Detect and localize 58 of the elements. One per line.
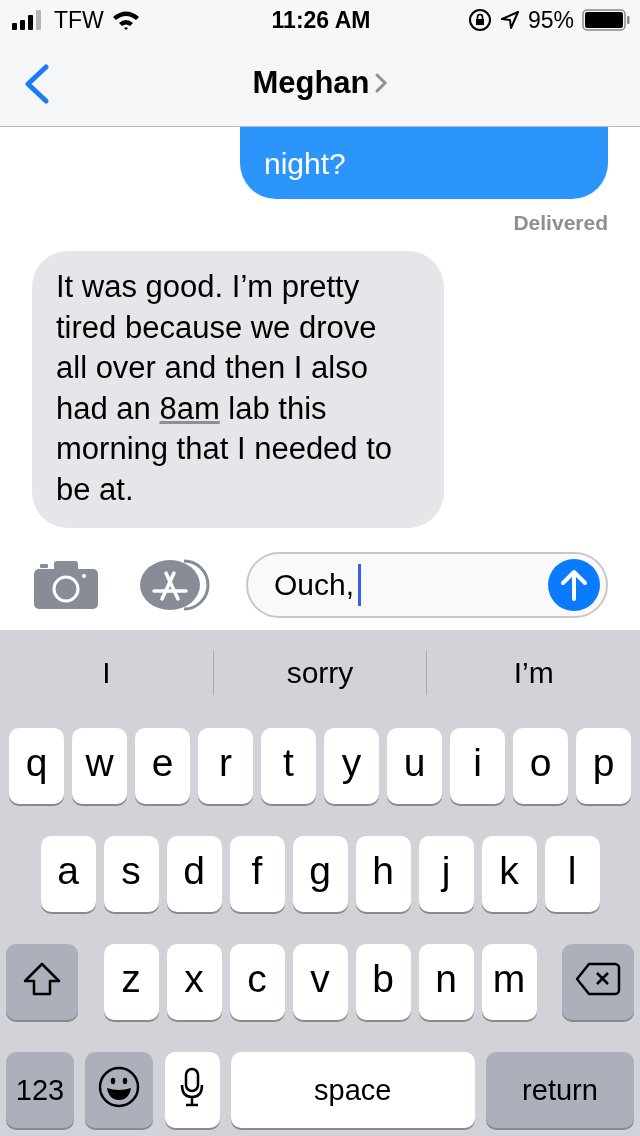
app-store-icon[interactable] bbox=[140, 559, 212, 611]
space-key[interactable]: space bbox=[230, 1052, 475, 1128]
letter-key[interactable]: i bbox=[450, 728, 505, 804]
letter-key[interactable]: t bbox=[261, 728, 316, 804]
letter-key[interactable]: n bbox=[418, 944, 474, 1020]
letter-key[interactable]: q bbox=[9, 728, 64, 804]
letter-key[interactable]: s bbox=[103, 836, 159, 912]
letter-key[interactable]: e bbox=[135, 728, 190, 804]
letter-key[interactable]: g bbox=[292, 836, 348, 912]
clock-time: 11:26 AM bbox=[271, 6, 371, 34]
letter-key[interactable]: b bbox=[355, 944, 411, 1020]
shift-arrow-icon bbox=[23, 962, 61, 996]
back-chevron-icon[interactable] bbox=[22, 64, 50, 104]
wifi-icon bbox=[111, 10, 140, 30]
letter-key[interactable]: k bbox=[481, 836, 537, 912]
battery-percentage: 95% bbox=[527, 6, 574, 34]
microphone-key[interactable] bbox=[164, 1052, 220, 1128]
message-input-field[interactable]: Ouch, bbox=[246, 552, 608, 618]
return-key[interactable]: return bbox=[486, 1052, 634, 1128]
received-message-bubble: It was good. I’m pretty tired because we drove all over and then I also had an 8am lab this morning that I needed to be at. bbox=[32, 251, 444, 528]
word-suggestion[interactable]: sorry bbox=[213, 656, 427, 690]
letter-key[interactable]: l bbox=[544, 836, 600, 912]
letter-key[interactable]: z bbox=[103, 944, 159, 1020]
numbers-key[interactable]: 123 bbox=[6, 1052, 74, 1128]
letter-key[interactable]: f bbox=[229, 836, 285, 912]
emoji-key[interactable] bbox=[85, 1052, 154, 1128]
letter-key[interactable]: y bbox=[324, 728, 379, 804]
letter-key[interactable]: v bbox=[292, 944, 348, 1020]
backspace-icon bbox=[575, 962, 621, 996]
word-suggestion[interactable]: I bbox=[0, 656, 213, 690]
battery-icon bbox=[582, 9, 630, 31]
letter-key[interactable]: o bbox=[513, 728, 568, 804]
letter-key[interactable]: c bbox=[229, 944, 285, 1020]
delete-key[interactable] bbox=[562, 944, 634, 1020]
letter-key[interactable]: p bbox=[576, 728, 631, 804]
letter-key[interactable]: r bbox=[198, 728, 253, 804]
shift-key[interactable] bbox=[6, 944, 78, 1020]
location-arrow-icon bbox=[499, 10, 520, 30]
letter-key[interactable]: m bbox=[481, 944, 537, 1020]
delivered-label: Delivered bbox=[513, 211, 608, 235]
letter-key[interactable]: j bbox=[418, 836, 474, 912]
chevron-right-icon[interactable] bbox=[373, 72, 388, 94]
carrier-name: TFW bbox=[54, 6, 104, 34]
letter-key[interactable]: d bbox=[166, 836, 222, 912]
word-suggestion[interactable]: I’m bbox=[427, 656, 640, 690]
smiley-icon bbox=[98, 1066, 141, 1108]
camera-icon[interactable] bbox=[34, 561, 98, 609]
letter-key[interactable]: w bbox=[72, 728, 127, 804]
letter-key[interactable]: x bbox=[166, 944, 222, 1020]
letter-key[interactable]: h bbox=[355, 836, 411, 912]
send-arrow-button[interactable] bbox=[548, 559, 600, 611]
letter-key[interactable]: a bbox=[40, 836, 96, 912]
letter-key[interactable]: u bbox=[387, 728, 442, 804]
rotation-lock-icon bbox=[467, 8, 492, 32]
date-link[interactable]: 8am bbox=[159, 390, 220, 426]
contact-name[interactable]: Meghan bbox=[252, 65, 370, 101]
sent-message-bubble: night? bbox=[240, 127, 608, 199]
microphone-icon bbox=[180, 1067, 204, 1107]
